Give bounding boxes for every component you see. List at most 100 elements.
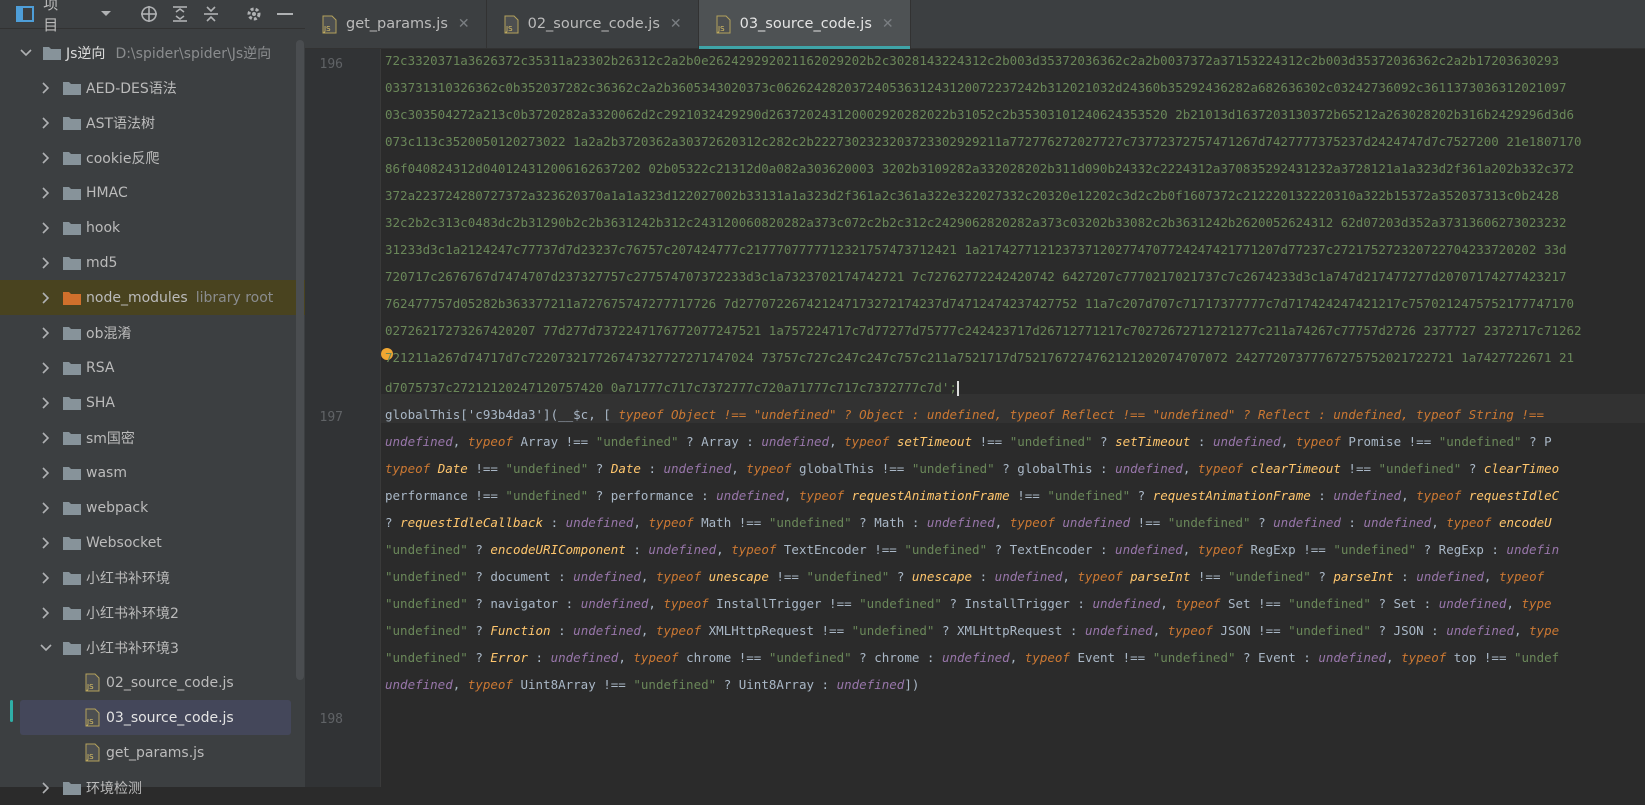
tree-folder[interactable]: webpack <box>0 490 305 525</box>
folder-name: AED-DES语法 <box>86 80 177 97</box>
chevron-right-icon[interactable] <box>40 291 52 304</box>
file-name: 02_source_code.js <box>106 674 234 691</box>
tree-folder[interactable]: md5 <box>0 245 305 280</box>
tree-folder[interactable]: 环境检测 <box>0 770 305 805</box>
gear-icon[interactable] <box>243 2 266 26</box>
chevron-right-icon[interactable] <box>40 151 52 164</box>
tree-folder-node-modules[interactable]: node_modules library root <box>0 280 305 315</box>
folder-name: AST语法树 <box>86 115 156 132</box>
tree-folder[interactable]: sm国密 <box>0 420 305 455</box>
tree-folder[interactable]: hook <box>0 210 305 245</box>
tree-folder[interactable]: ob混淆 <box>0 315 305 350</box>
close-icon[interactable]: ✕ <box>458 16 470 32</box>
tree-file[interactable]: JS get_params.js <box>0 735 305 770</box>
tree-file-selected[interactable]: JS 03_source_code.js <box>20 700 291 735</box>
code-line: "undefined" ? document : undefined, type… <box>385 569 1545 584</box>
folder-name: md5 <box>86 254 118 271</box>
chevron-right-icon[interactable] <box>40 361 52 374</box>
project-view-icon[interactable] <box>14 3 35 25</box>
folder-name: hook <box>86 219 121 236</box>
chevron-right-icon[interactable] <box>40 326 52 339</box>
folder-name: cookie反爬 <box>86 150 160 167</box>
chevron-right-icon[interactable] <box>40 186 52 199</box>
chevron-right-icon[interactable] <box>40 81 52 94</box>
line-number: 196 <box>319 57 343 72</box>
folder-name: 环境检测 <box>86 780 142 797</box>
tab-label: get_params.js <box>346 16 448 32</box>
close-icon[interactable]: ✕ <box>670 16 682 32</box>
code-line: 033731310326362c0b352037282c36362c2a2b36… <box>385 80 1567 95</box>
minimize-icon[interactable] <box>274 2 297 26</box>
chevron-down-icon[interactable] <box>40 642 52 654</box>
line-gutter: 196 197 198 <box>305 49 381 787</box>
tab-label: 03_source_code.js <box>739 16 872 32</box>
folder-name: Websocket <box>86 534 162 551</box>
tree-folder[interactable]: 小红书补环境2 <box>0 595 305 630</box>
root-folder-name: Js逆向 <box>66 45 106 62</box>
folder-name: ob混淆 <box>86 325 132 342</box>
project-panel-title[interactable]: 项目 <box>43 0 72 35</box>
svg-text:JS: JS <box>86 718 94 726</box>
folder-name: wasm <box>86 464 127 481</box>
folder-icon <box>63 431 81 445</box>
tree-folder[interactable]: RSA <box>0 350 305 385</box>
code-line: 720717c2676767d7474707d237327757c2775747… <box>385 269 1567 284</box>
js-file-icon: JS <box>715 15 732 34</box>
collapse-all-icon[interactable] <box>200 2 223 26</box>
expand-all-icon[interactable] <box>168 2 191 26</box>
code-line: "undefined" ? Function : undefined, type… <box>385 623 1560 638</box>
line-number: 197 <box>319 410 343 425</box>
chevron-right-icon[interactable] <box>40 116 52 129</box>
tab-get-params[interactable]: JS get_params.js ✕ <box>305 0 487 48</box>
project-panel-scrollbar[interactable] <box>296 40 304 680</box>
chevron-right-icon[interactable] <box>40 396 52 409</box>
svg-text:JS: JS <box>86 753 94 761</box>
tree-root[interactable]: Js逆向 D:\spider\spider\Js逆向 <box>0 35 305 70</box>
code-line: 72c3320371a3626372c35311a23302b26312c2a2… <box>385 53 1559 68</box>
chevron-right-icon[interactable] <box>40 606 52 619</box>
code-text: globalThis['c93b4da3'](__$c, [ <box>385 407 611 422</box>
code-text: typeof Object !== "undefined" ? Object :… <box>618 407 1544 422</box>
tree-folder[interactable]: Websocket <box>0 525 305 560</box>
chevron-right-icon[interactable] <box>40 466 52 479</box>
folder-name: 小红书补环境 <box>86 570 170 587</box>
tree-folder[interactable]: 小红书补环境 <box>0 560 305 595</box>
tree-folder[interactable]: SHA <box>0 385 305 420</box>
view-dropdown-icon[interactable] <box>94 2 117 26</box>
folder-icon <box>63 151 81 165</box>
chevron-right-icon[interactable] <box>40 256 52 269</box>
tree-folder[interactable]: AED-DES语法 <box>0 70 305 105</box>
chevron-right-icon[interactable] <box>40 221 52 234</box>
close-icon[interactable]: ✕ <box>882 16 894 32</box>
js-file-icon: JS <box>84 673 101 692</box>
chevron-right-icon[interactable] <box>40 501 52 514</box>
tab-02-source-code[interactable]: JS 02_source_code.js ✕ <box>487 0 699 48</box>
folder-icon <box>63 606 81 620</box>
root-folder-path: D:\spider\spider\Js逆向 <box>115 45 272 62</box>
chevron-right-icon[interactable] <box>40 781 52 794</box>
folder-icon <box>43 46 61 60</box>
chevron-right-icon[interactable] <box>40 431 52 444</box>
svg-text:JS: JS <box>323 25 331 33</box>
code-line: 31233d3c1a2124247c77737d7d23237c76757c20… <box>385 242 1567 257</box>
tab-label: 02_source_code.js <box>527 16 660 32</box>
tree-folder[interactable]: HMAC <box>0 175 305 210</box>
locate-file-icon[interactable] <box>137 2 160 26</box>
tree-folder[interactable]: wasm <box>0 455 305 490</box>
folder-name: node_modules <box>86 289 188 306</box>
code-line: 03c303504272a213c0b3720282a3320062d2c292… <box>385 107 1575 122</box>
line-number: 198 <box>319 712 343 727</box>
code-line: 073c113c3520050120273022 1a2a2b3720362a3… <box>385 134 1582 149</box>
code-text: d7075737c27212120247120757420 0a71777c71… <box>385 380 957 395</box>
tab-03-source-code[interactable]: JS 03_source_code.js ✕ <box>698 0 911 49</box>
code-area[interactable]: 196 197 198 72c3320371a3626372c35311a233… <box>305 49 1645 787</box>
folder-name: sm国密 <box>86 430 135 447</box>
tree-folder[interactable]: AST语法树 <box>0 105 305 140</box>
chevron-right-icon[interactable] <box>40 571 52 584</box>
tree-folder[interactable]: cookie反爬 <box>0 140 305 175</box>
tree-file[interactable]: JS 02_source_code.js <box>0 665 305 700</box>
tree-folder-expanded[interactable]: 小红书补环境3 <box>0 630 305 665</box>
chevron-down-icon[interactable] <box>20 47 32 59</box>
folder-icon <box>63 186 81 200</box>
chevron-right-icon[interactable] <box>40 536 52 549</box>
